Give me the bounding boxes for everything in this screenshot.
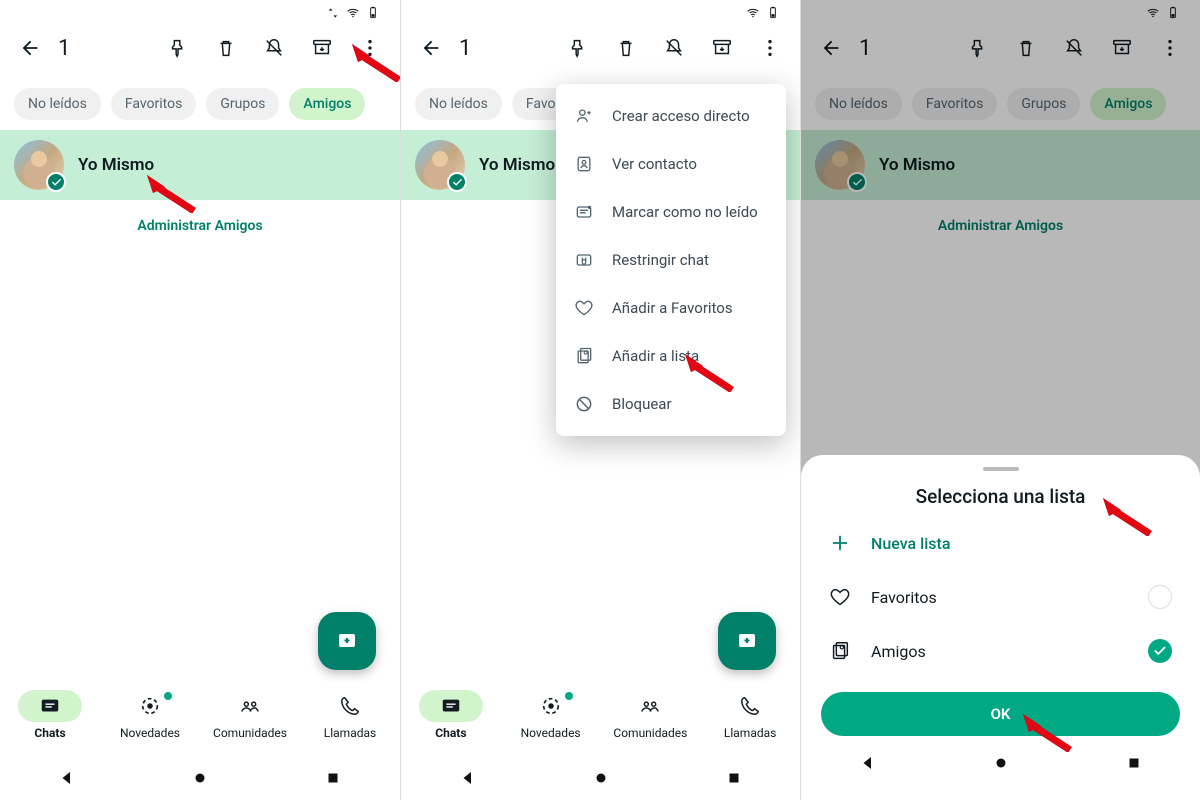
list-option-favoritos[interactable]: Favoritos: [801, 570, 1200, 624]
chat-name: Yo Mismo: [479, 155, 555, 175]
mute-icon[interactable]: [652, 26, 696, 70]
new-chat-fab[interactable]: [718, 612, 776, 670]
pin-icon[interactable]: [956, 26, 1000, 70]
back-button[interactable]: [8, 26, 52, 70]
pin-icon[interactable]: [556, 26, 600, 70]
chip-unread[interactable]: No leídos: [415, 88, 502, 120]
system-nav: [0, 756, 400, 800]
back-button[interactable]: [409, 26, 453, 70]
delete-icon[interactable]: [604, 26, 648, 70]
nav-communities[interactable]: Comunidades: [200, 690, 300, 756]
list-option-amigos[interactable]: Amigos: [801, 624, 1200, 678]
menu-block[interactable]: Bloquear: [556, 380, 786, 428]
sheet-title: Selecciona una lista: [801, 485, 1200, 508]
context-menu: Crear acceso directo Ver contacto Marcar…: [556, 84, 786, 436]
nav-recent-icon[interactable]: [725, 769, 743, 787]
nav-back-icon[interactable]: [859, 754, 877, 772]
mute-icon[interactable]: [1052, 26, 1096, 70]
filter-chips: No leídos Favoritos Grupos Amigos: [0, 74, 400, 130]
checkmark-icon: [447, 172, 467, 192]
checkmark-icon: [46, 172, 66, 192]
pin-icon[interactable]: [156, 26, 200, 70]
menu-mark-unread[interactable]: Marcar como no leído: [556, 188, 786, 236]
menu-restrict[interactable]: Restringir chat: [556, 236, 786, 284]
menu-view-contact[interactable]: Ver contacto: [556, 140, 786, 188]
menu-add-to-list[interactable]: Añadir a lista: [556, 332, 786, 380]
heart-icon: [829, 586, 851, 608]
chat-name: Yo Mismo: [879, 155, 955, 175]
chat-name: Yo Mismo: [78, 155, 154, 175]
bottom-nav: Chats Novedades Comunidades Llamadas: [0, 682, 400, 756]
check-off: [1148, 585, 1172, 609]
chip-favorites[interactable]: Favoritos: [111, 88, 196, 120]
new-chat-fab[interactable]: [318, 612, 376, 670]
delete-icon[interactable]: [1004, 26, 1048, 70]
selection-count: 1: [58, 36, 146, 61]
nav-recent-icon[interactable]: [324, 769, 342, 787]
status-bar: [401, 0, 800, 22]
update-dot: [164, 692, 172, 700]
nav-updates[interactable]: Novedades: [501, 690, 601, 756]
swap-icon: [326, 6, 340, 20]
archive-icon[interactable]: [300, 26, 344, 70]
check-on: [1148, 639, 1172, 663]
manage-link[interactable]: Administrar Amigos: [0, 200, 400, 252]
chat-row-selected[interactable]: Yo Mismo: [0, 130, 400, 200]
archive-icon[interactable]: [1100, 26, 1144, 70]
nav-home-icon[interactable]: [592, 769, 610, 787]
selection-count: 1: [459, 36, 546, 61]
list-picker-sheet: Selecciona una lista Nueva lista Favorit…: [801, 455, 1200, 800]
selection-appbar: 1: [0, 22, 400, 74]
nav-home-icon[interactable]: [992, 754, 1010, 772]
panel-step-3: 1 No leídos Favoritos Grupos Amigos Yo M…: [800, 0, 1200, 800]
panel-step-1: 1 No leídos Favoritos Grupos Amigos Yo M…: [0, 0, 400, 800]
delete-icon[interactable]: [204, 26, 248, 70]
checkmark-icon: [847, 172, 867, 192]
nav-chats[interactable]: Chats: [0, 690, 100, 756]
nav-calls[interactable]: Llamadas: [300, 690, 400, 756]
wifi-icon: [346, 6, 360, 20]
chip-amigos[interactable]: Amigos: [289, 88, 365, 120]
nav-updates[interactable]: Novedades: [100, 690, 200, 756]
archive-icon[interactable]: [700, 26, 744, 70]
drag-handle[interactable]: [983, 467, 1019, 471]
back-button[interactable]: [809, 26, 853, 70]
nav-chats[interactable]: Chats: [401, 690, 501, 756]
plus-icon: [829, 532, 851, 554]
more-icon[interactable]: [348, 26, 392, 70]
ok-button[interactable]: OK: [821, 692, 1180, 736]
selection-count: 1: [859, 36, 946, 61]
chip-amigos[interactable]: Amigos: [1090, 88, 1166, 120]
nav-recent-icon[interactable]: [1125, 754, 1143, 772]
chat-row-selected[interactable]: Yo Mismo: [801, 130, 1200, 200]
chip-groups[interactable]: Grupos: [206, 88, 279, 120]
nav-communities[interactable]: Comunidades: [601, 690, 701, 756]
list-icon: [829, 640, 851, 662]
chip-favorites[interactable]: Favoritos: [912, 88, 997, 120]
status-bar: [0, 0, 400, 22]
panel-step-2: 1 No leídos Favoritos Yo Mismo Ch: [400, 0, 800, 800]
new-list[interactable]: Nueva lista: [801, 516, 1200, 570]
nav-home-icon[interactable]: [191, 769, 209, 787]
more-icon[interactable]: [1148, 26, 1192, 70]
chip-groups[interactable]: Grupos: [1007, 88, 1080, 120]
manage-link[interactable]: Administrar Amigos: [801, 200, 1200, 252]
nav-back-icon[interactable]: [459, 769, 477, 787]
menu-add-favorites[interactable]: Añadir a Favoritos: [556, 284, 786, 332]
chip-unread[interactable]: No leídos: [815, 88, 902, 120]
nav-calls[interactable]: Llamadas: [700, 690, 800, 756]
battery-icon: [366, 6, 380, 20]
more-icon[interactable]: [748, 26, 792, 70]
chip-unread[interactable]: No leídos: [14, 88, 101, 120]
menu-shortcut[interactable]: Crear acceso directo: [556, 92, 786, 140]
mute-icon[interactable]: [252, 26, 296, 70]
nav-back-icon[interactable]: [58, 769, 76, 787]
status-bar: [801, 0, 1200, 22]
